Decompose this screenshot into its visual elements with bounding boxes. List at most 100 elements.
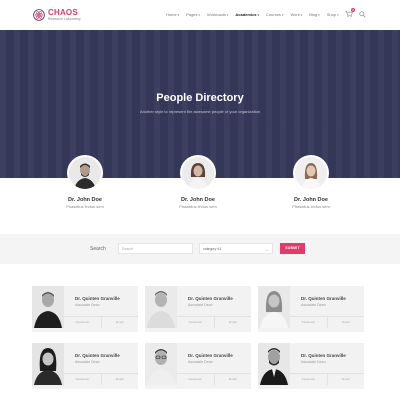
facebook-link[interactable]: Facebook <box>64 317 101 328</box>
featured-person[interactable]: Dr. John Doe Phasellus lectus sem <box>251 155 371 209</box>
email-link[interactable]: Email <box>213 317 252 328</box>
person-photo-icon <box>145 286 177 328</box>
person-card[interactable]: Dr. Quinten Granville Associate Dean Fac… <box>145 343 251 389</box>
person-role: Associate Dean <box>301 360 326 364</box>
nav-item-courses[interactable]: Courses▾ <box>266 12 283 17</box>
card-actions: Facebook Email <box>64 316 138 328</box>
nav-item-pages[interactable]: Pages▾ <box>186 12 200 17</box>
main-nav: Home▾ Pages▾ Workloads▾ Academics▾ Cours… <box>166 12 346 17</box>
person-photo <box>258 343 290 385</box>
nav-label: Shop <box>326 12 337 17</box>
person-card[interactable]: Dr. Quinten Granville Associate Dean Fac… <box>258 286 364 332</box>
person-photo-icon <box>145 343 177 385</box>
nav-label: Work <box>290 12 300 17</box>
search-input[interactable]: Search <box>118 243 193 254</box>
featured-person-desc: Phasellus lectus sem <box>292 204 330 209</box>
avatar <box>293 155 329 191</box>
nav-item-academics[interactable]: Academics▾ <box>235 12 259 17</box>
chevron-down-icon: ▾ <box>198 13 201 17</box>
email-link[interactable]: Email <box>326 317 365 328</box>
card-actions: Facebook Email <box>290 373 364 385</box>
avatar <box>67 155 103 191</box>
person-photo-icon <box>295 157 327 189</box>
person-photo-icon <box>32 343 64 385</box>
nav-label: Home <box>166 12 177 17</box>
card-actions: Facebook Email <box>290 316 364 328</box>
directory-search-bar: Search Search category #1 ⌄ SUBMIT <box>0 234 400 264</box>
email-link[interactable]: Email <box>100 374 139 385</box>
nav-label: Blog <box>309 12 318 17</box>
featured-person-desc: Phasellus lectus sem <box>66 204 104 209</box>
person-card[interactable]: Dr. Quinten Granville Associate Dean Fac… <box>145 286 251 332</box>
atom-logo-icon <box>33 9 45 21</box>
email-link[interactable]: Email <box>213 374 252 385</box>
logo-tagline: Research Laboratory <box>48 17 81 21</box>
featured-person[interactable]: Dr. John Doe Phasellus lectus sem <box>138 155 258 209</box>
person-role: Associate Dean <box>75 360 100 364</box>
logo-name: CHAOS <box>48 8 78 17</box>
page-title: People Directory <box>156 92 244 104</box>
search-label: Search <box>90 246 106 252</box>
nav-item-workloads[interactable]: Workloads▾ <box>207 12 228 17</box>
chevron-down-icon: ▾ <box>318 13 320 17</box>
person-photo <box>145 286 177 328</box>
person-role: Associate Dean <box>301 303 326 307</box>
facebook-link[interactable]: Facebook <box>290 317 327 328</box>
person-photo-icon <box>32 286 64 328</box>
featured-person-name: Dr. John Doe <box>181 197 215 203</box>
person-card[interactable]: Dr. Quinten Granville Associate Dean Fac… <box>32 343 138 389</box>
email-link[interactable]: Email <box>326 374 365 385</box>
chevron-down-icon: ▾ <box>177 13 180 17</box>
featured-person-name: Dr. John Doe <box>68 197 102 203</box>
nav-label: Courses <box>266 12 281 17</box>
nav-label: Academics <box>235 12 257 17</box>
chevron-down-icon: ▾ <box>257 13 260 17</box>
chevron-down-icon: ▾ <box>337 13 339 17</box>
submit-button[interactable]: SUBMIT <box>280 243 305 254</box>
chevron-down-icon: ▾ <box>226 13 229 17</box>
nav-item-shop[interactable]: Shop▾ <box>327 12 339 17</box>
nav-item-blog[interactable]: Blog▾ <box>309 12 320 17</box>
facebook-link[interactable]: Facebook <box>177 374 214 385</box>
person-photo <box>145 343 177 385</box>
facebook-link[interactable]: Facebook <box>64 374 101 385</box>
person-role: Associate Dean <box>75 303 100 307</box>
person-role: Associate Dean <box>188 360 213 364</box>
page-subtitle: Another style to represent the awesome p… <box>139 109 261 114</box>
category-select[interactable]: category #1 ⌄ <box>199 243 273 254</box>
cart-count-badge: 0 <box>351 8 355 12</box>
person-photo-icon <box>258 286 290 328</box>
facebook-link[interactable]: Facebook <box>177 317 214 328</box>
category-select-value: category #1 <box>203 247 222 251</box>
featured-person[interactable]: Dr. John Doe Phasellus lectus sem <box>25 155 145 209</box>
featured-person-desc: Phasellus lectus sem <box>179 204 217 209</box>
nav-item-work[interactable]: Work▾ <box>290 12 302 17</box>
person-photo-icon <box>69 157 101 189</box>
avatar <box>180 155 216 191</box>
card-actions: Facebook Email <box>64 373 138 385</box>
person-role: Associate Dean <box>188 303 213 307</box>
person-photo <box>32 286 64 328</box>
person-photo-icon <box>182 157 214 189</box>
nav-label: Pages <box>186 12 198 17</box>
chevron-down-icon: ▾ <box>281 13 284 17</box>
email-link[interactable]: Email <box>100 317 139 328</box>
person-name: Dr. Quinten Granville <box>188 296 233 301</box>
nav-item-home[interactable]: Home▾ <box>166 12 179 17</box>
card-actions: Facebook Email <box>177 373 251 385</box>
facebook-link[interactable]: Facebook <box>290 374 327 385</box>
person-card[interactable]: Dr. Quinten Granville Associate Dean Fac… <box>32 286 138 332</box>
person-photo <box>258 286 290 328</box>
person-name: Dr. Quinten Granville <box>75 353 120 358</box>
chevron-down-icon: ⌄ <box>265 247 269 252</box>
card-actions: Facebook Email <box>177 316 251 328</box>
chevron-down-icon: ▾ <box>300 13 303 17</box>
site-header: CHAOS Research Laboratory Home▾ Pages▾ W… <box>0 0 400 30</box>
person-name: Dr. Quinten Granville <box>75 296 120 301</box>
person-photo <box>32 343 64 385</box>
person-name: Dr. Quinten Granville <box>301 296 346 301</box>
search-icon[interactable] <box>359 11 366 18</box>
nav-label: Workloads <box>207 12 226 17</box>
person-card[interactable]: Dr. Quinten Granville Associate Dean Fac… <box>258 343 364 389</box>
person-name: Dr. Quinten Granville <box>188 353 233 358</box>
